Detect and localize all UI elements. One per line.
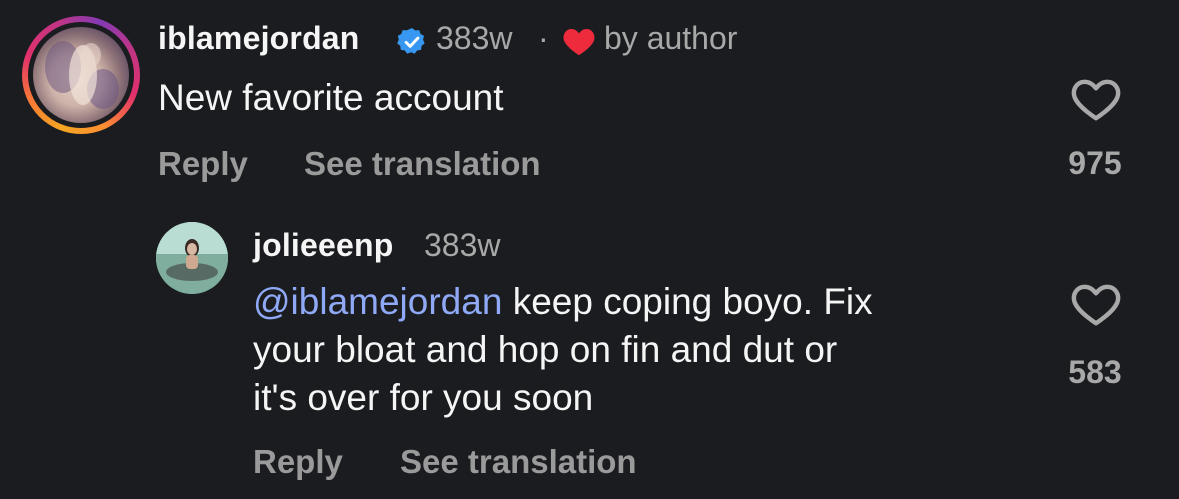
avatar-image	[45, 41, 119, 109]
meta-separator: ·	[538, 20, 549, 56]
heart-filled-icon	[563, 28, 595, 56]
avatar[interactable]	[156, 222, 228, 294]
comment-line: your bloat and hop on fin and dut or	[253, 329, 838, 370]
comment-line: @iblamejordan keep coping boyo. Fix	[253, 278, 1033, 326]
comment-username[interactable]: iblamejordan	[158, 20, 360, 57]
avatar[interactable]	[33, 27, 129, 123]
liked-by-author-label: by author	[604, 20, 738, 56]
comment-text: New favorite account	[158, 77, 504, 118]
comment-line: it's over for you soon	[253, 377, 594, 418]
comment-timestamp: 383w	[424, 227, 501, 263]
avatar-image	[156, 222, 228, 294]
comment-text: @iblamejordan keep coping boyo. Fix your…	[253, 278, 1033, 422]
reply-button[interactable]: Reply	[158, 145, 248, 183]
like-count: 583	[1068, 354, 1122, 390]
see-translation-button[interactable]: See translation	[304, 145, 541, 183]
story-ring-gap	[28, 22, 134, 128]
like-count: 975	[1068, 145, 1122, 181]
comment-username[interactable]: jolieeenp	[253, 227, 394, 264]
mention-link[interactable]: @iblamejordan	[253, 281, 502, 322]
heart-outline-icon[interactable]	[1071, 282, 1121, 328]
verified-badge-icon	[397, 28, 425, 54]
comment-timestamp: 383w	[436, 20, 513, 56]
comment-text-part: keep coping boyo. Fix	[502, 281, 873, 322]
see-translation-button[interactable]: See translation	[400, 443, 637, 481]
reply-button[interactable]: Reply	[253, 443, 343, 481]
heart-outline-icon[interactable]	[1071, 77, 1121, 123]
story-ring[interactable]	[22, 16, 140, 134]
